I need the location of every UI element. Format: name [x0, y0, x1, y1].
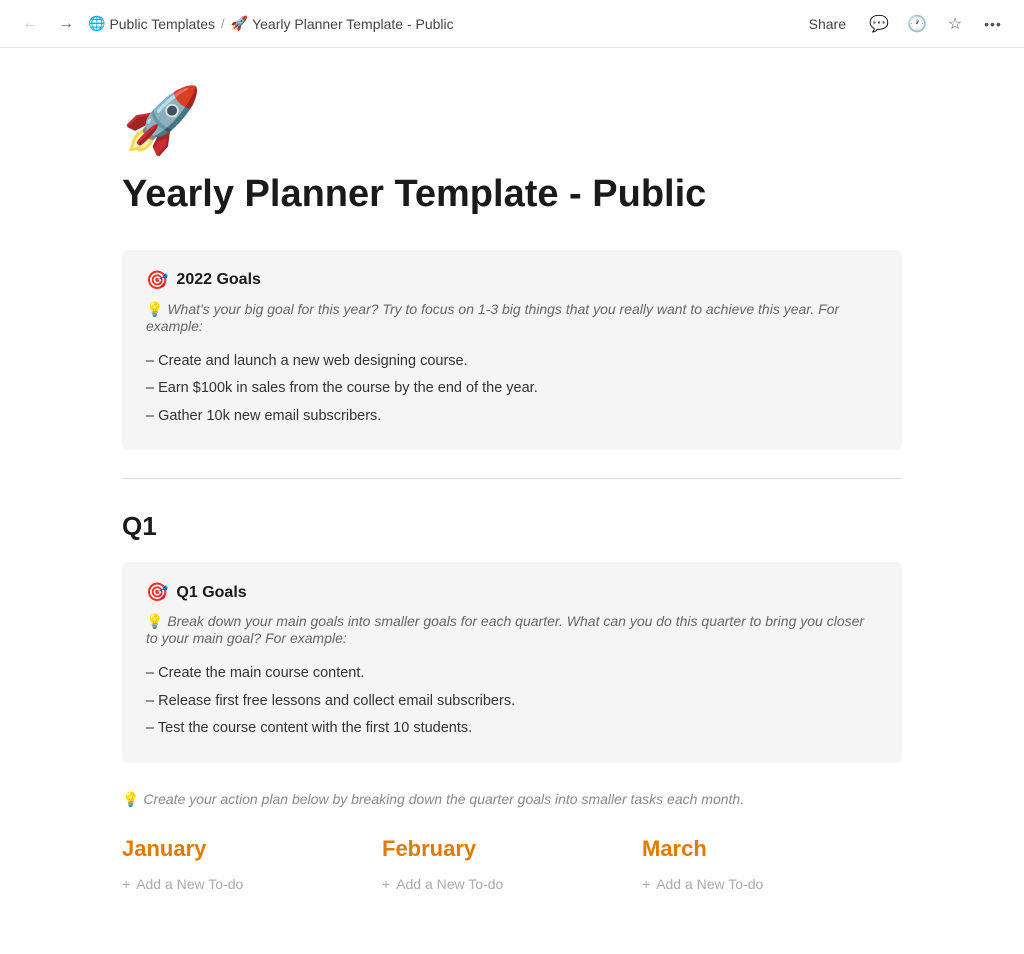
add-todo-february[interactable]: + Add a New To-do — [382, 874, 622, 894]
q1-goals-icon: 🎯 — [146, 582, 168, 603]
add-todo-label-february: Add a New To-do — [396, 876, 503, 892]
page-icon: 🚀 — [122, 88, 902, 152]
list-item: – Release first free lessons and collect… — [146, 688, 878, 716]
yearly-goals-list: – Create and launch a new web designing … — [146, 348, 878, 431]
q1-goals-list: – Create the main course content. – Rele… — [146, 660, 878, 743]
breadcrumb-item-yearly-planner[interactable]: 🚀 Yearly Planner Template - Public — [231, 15, 454, 32]
more-icon: ••• — [984, 16, 1002, 32]
breadcrumb-label-public-templates: Public Templates — [109, 16, 215, 32]
favorite-button[interactable]: ☆ — [940, 9, 970, 39]
yearly-goals-header: 🎯 2022 Goals — [146, 270, 878, 291]
plus-icon-february: + — [382, 876, 390, 892]
add-todo-label-march: Add a New To-do — [656, 876, 763, 892]
globe-icon: 🌐 — [88, 15, 105, 32]
q1-goals-hint-text: Break down your main goals into smaller … — [146, 613, 864, 646]
month-column-march: March + Add a New To-do — [642, 836, 902, 894]
monthly-grid: January + Add a New To-do February + Add… — [122, 836, 902, 894]
q1-goals-hint: 💡 Break down your main goals into smalle… — [146, 613, 878, 646]
q1-goals-header: 🎯 Q1 Goals — [146, 582, 878, 603]
back-arrow[interactable]: ← — [16, 11, 44, 37]
yearly-goals-icon: 🎯 — [146, 270, 168, 291]
yearly-goals-block: 🎯 2022 Goals 💡 What's your big goal for … — [122, 250, 902, 451]
comment-button[interactable]: 💬 — [864, 9, 894, 39]
breadcrumb-item-public-templates[interactable]: 🌐 Public Templates — [88, 15, 215, 32]
month-column-january: January + Add a New To-do — [122, 836, 382, 894]
page-title: Yearly Planner Template - Public — [122, 172, 902, 218]
list-item: – Earn $100k in sales from the course by… — [146, 375, 878, 403]
plus-icon-march: + — [642, 876, 650, 892]
more-options-button[interactable]: ••• — [978, 9, 1008, 39]
yearly-goals-hint-bulb: 💡 — [146, 301, 163, 317]
topbar: ← → 🌐 Public Templates / 🚀 Yearly Planne… — [0, 0, 1024, 48]
list-item: – Create the main course content. — [146, 660, 878, 688]
main-content: 🚀 Yearly Planner Template - Public 🎯 202… — [62, 48, 962, 954]
month-name-february: February — [382, 836, 622, 862]
forward-arrow[interactable]: → — [52, 11, 80, 37]
rocket-breadcrumb-icon: 🚀 — [231, 15, 248, 32]
list-item: – Create and launch a new web designing … — [146, 348, 878, 376]
q1-goals-block: 🎯 Q1 Goals 💡 Break down your main goals … — [122, 562, 902, 763]
action-hint-bulb: 💡 — [122, 791, 139, 807]
share-button[interactable]: Share — [799, 12, 856, 36]
month-column-february: February + Add a New To-do — [382, 836, 642, 894]
breadcrumb: 🌐 Public Templates / 🚀 Yearly Planner Te… — [88, 15, 454, 32]
action-hint-text: Create your action plan below by breakin… — [143, 791, 744, 807]
list-item: – Gather 10k new email subscribers. — [146, 403, 878, 431]
list-item: – Test the course content with the first… — [146, 715, 878, 743]
add-todo-march[interactable]: + Add a New To-do — [642, 874, 882, 894]
topbar-left: ← → 🌐 Public Templates / 🚀 Yearly Planne… — [16, 11, 454, 37]
history-button[interactable]: 🕐 — [902, 9, 932, 39]
topbar-right: Share 💬 🕐 ☆ ••• — [799, 9, 1008, 39]
month-name-january: January — [122, 836, 362, 862]
star-icon: ☆ — [948, 14, 962, 34]
yearly-goals-hint: 💡 What's your big goal for this year? Tr… — [146, 301, 878, 334]
yearly-goals-hint-text: What's your big goal for this year? Try … — [146, 301, 839, 334]
q1-goals-hint-bulb: 💡 — [146, 613, 163, 629]
add-todo-january[interactable]: + Add a New To-do — [122, 874, 362, 894]
comment-icon: 💬 — [869, 14, 889, 34]
yearly-goals-title: 2022 Goals — [176, 271, 261, 289]
breadcrumb-label-yearly-planner: Yearly Planner Template - Public — [252, 16, 454, 32]
action-hint: 💡 Create your action plan below by break… — [122, 791, 902, 808]
clock-icon: 🕐 — [907, 14, 927, 34]
q1-heading: Q1 — [122, 511, 902, 542]
section-divider — [122, 478, 902, 479]
q1-goals-title: Q1 Goals — [176, 584, 246, 602]
month-name-march: March — [642, 836, 882, 862]
plus-icon-january: + — [122, 876, 130, 892]
breadcrumb-separator: / — [221, 16, 225, 31]
add-todo-label-january: Add a New To-do — [136, 876, 243, 892]
